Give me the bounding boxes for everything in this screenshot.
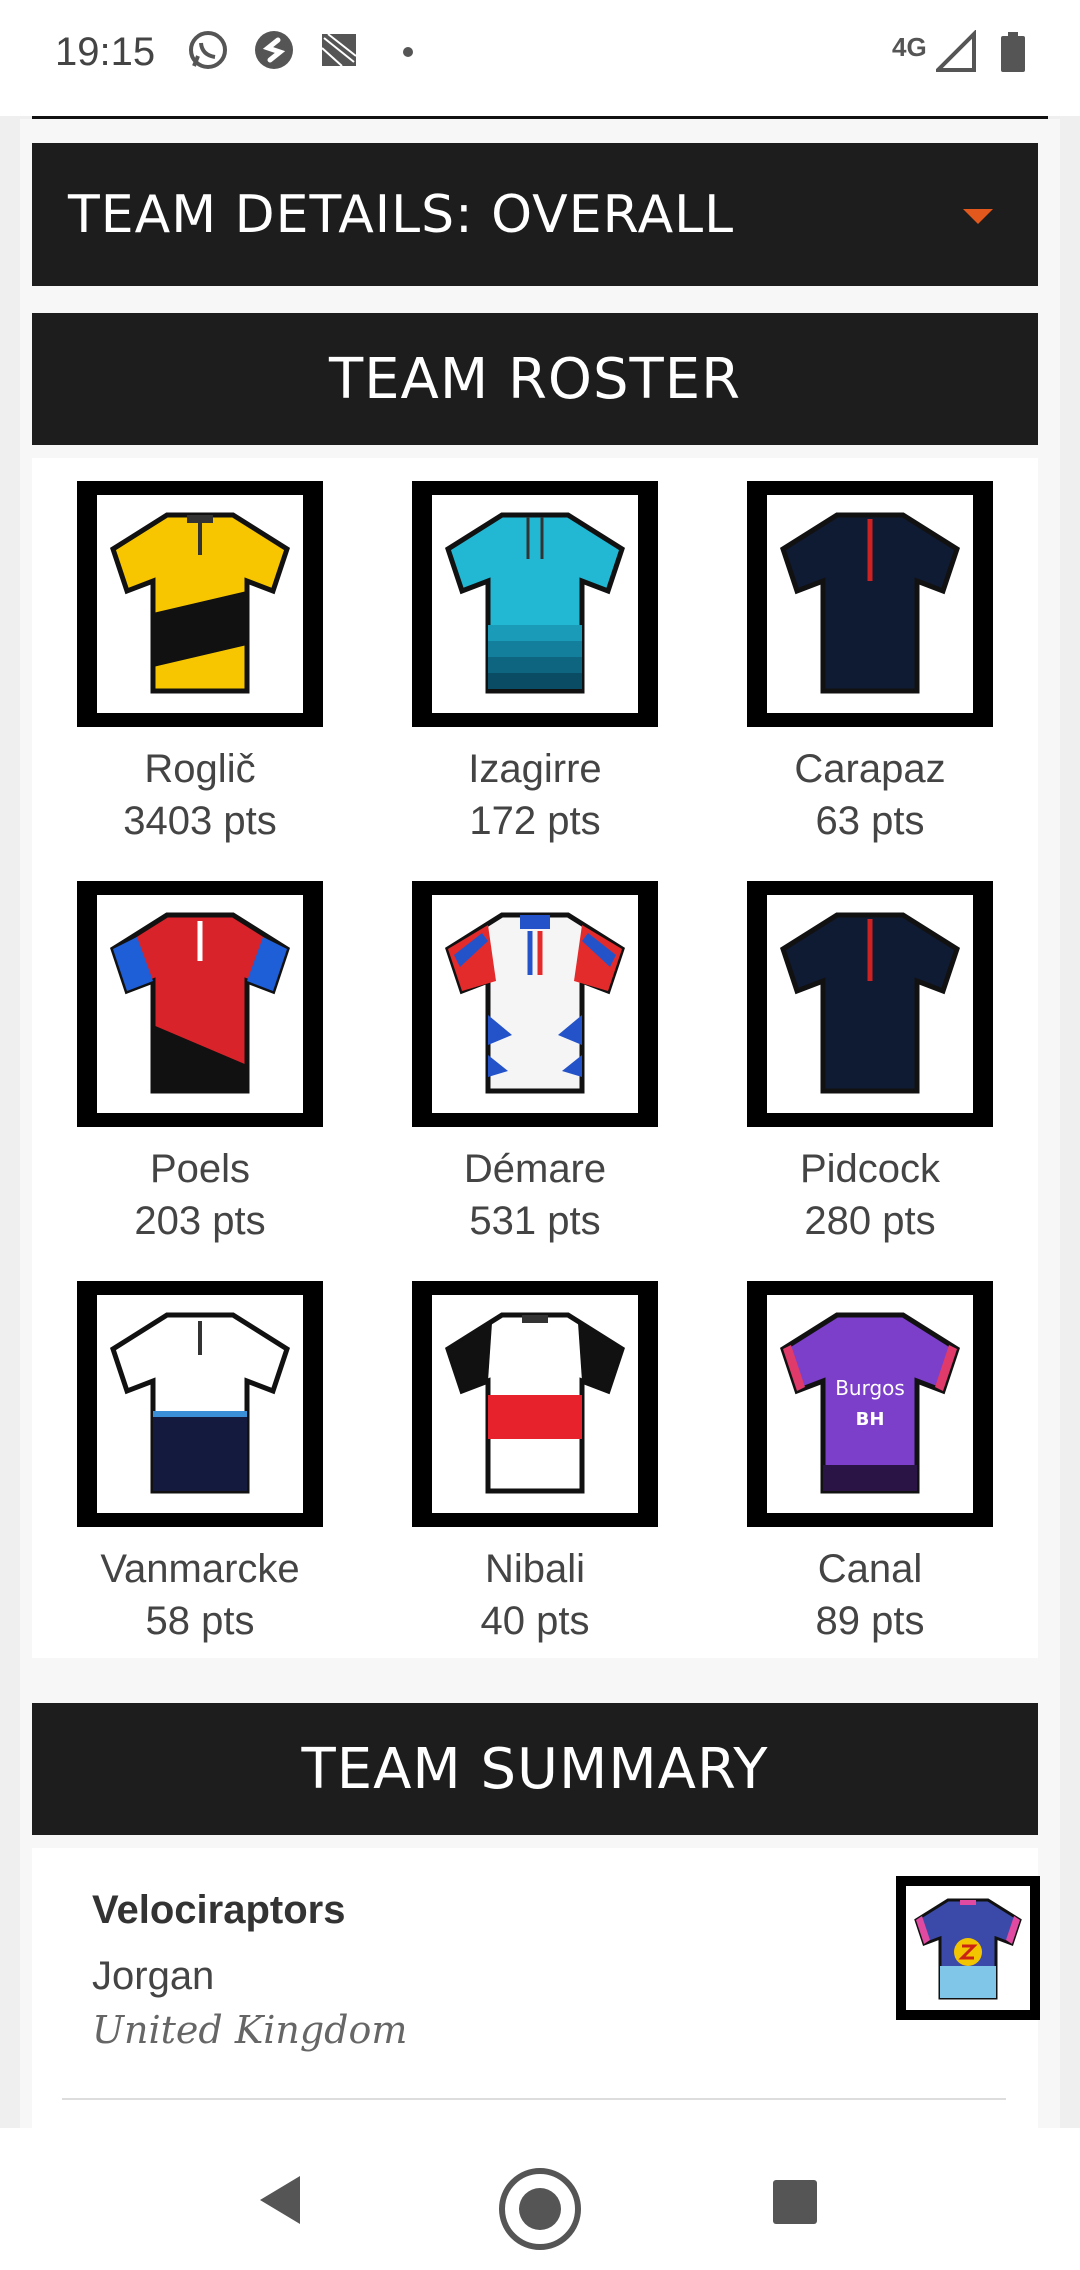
jersey-frame	[77, 881, 323, 1127]
team-owner: Jorgan	[92, 1954, 215, 1998]
rider-points: 63 pts	[815, 799, 925, 843]
navigation-bar	[0, 2128, 1080, 2270]
rider-name: Izagirre	[468, 747, 602, 791]
jersey-frame	[77, 481, 323, 727]
rider-card[interactable]: Carapaz 63 pts	[720, 481, 1020, 847]
rider-name: Vanmarcke	[100, 1547, 300, 1591]
team-summary-title: TEAM SUMMARY	[301, 1737, 769, 1802]
jersey-israel-icon	[110, 1312, 290, 1494]
rider-card[interactable]: Pidcock 280 pts	[720, 881, 1020, 1247]
rider-points: 89 pts	[815, 1599, 925, 1643]
svg-text:BH: BH	[856, 1409, 885, 1430]
jersey-frame	[77, 1281, 323, 1527]
team-jersey-frame	[896, 1876, 1040, 2020]
team-roster-header: TEAM ROSTER	[32, 313, 1038, 445]
rider-card[interactable]: Roglič 3403 pts	[50, 481, 350, 847]
rider-card[interactable]: Vanmarcke 58 pts	[50, 1281, 350, 1647]
rider-name: Pidcock	[799, 1147, 941, 1191]
status-time: 19:15	[55, 30, 156, 74]
rider-card[interactable]: Burgos BH Canal 89 pts	[720, 1281, 1020, 1647]
team-name: Velociraptors	[92, 1888, 346, 1932]
rider-card[interactable]: Izagirre 172 pts	[385, 481, 685, 847]
rider-points: 203 pts	[134, 1199, 266, 1243]
rider-points: 3403 pts	[123, 799, 277, 843]
jersey-ineos-icon	[780, 912, 960, 1094]
back-icon[interactable]	[254, 2172, 304, 2228]
rider-card[interactable]: Poels 203 pts	[50, 881, 350, 1247]
jersey-astana-icon	[445, 512, 625, 694]
rider-name: Canal	[817, 1547, 923, 1591]
jersey-trek-icon	[445, 1312, 625, 1494]
shazam-icon	[255, 31, 293, 69]
jersey-burgos-icon: Burgos BH	[780, 1312, 960, 1494]
team-jersey-icon	[914, 1898, 1022, 2000]
roster-grid: Roglič 3403 pts Izagirre 172 pts Carapaz…	[32, 458, 1038, 1658]
rider-name: Nibali	[484, 1547, 586, 1591]
jersey-frame	[412, 481, 658, 727]
team-roster-title: TEAM ROSTER	[328, 347, 742, 412]
rider-card[interactable]: Nibali 40 pts	[385, 1281, 685, 1647]
status-bar: 19:15 4G	[0, 0, 1080, 116]
whatsapp-icon	[189, 31, 227, 69]
jersey-groupama-icon	[445, 912, 625, 1094]
svg-text:Burgos: Burgos	[835, 1376, 905, 1400]
rider-points: 531 pts	[469, 1199, 601, 1243]
rider-card[interactable]: Démare 531 pts	[385, 881, 685, 1247]
rider-points: 58 pts	[145, 1599, 255, 1643]
jersey-frame	[747, 481, 993, 727]
top-divider	[32, 116, 1048, 119]
jersey-frame	[412, 881, 658, 1127]
rider-points: 280 pts	[804, 1199, 936, 1243]
jersey-frame	[412, 1281, 658, 1527]
recents-icon[interactable]	[771, 2178, 819, 2226]
jersey-frame: Burgos BH	[747, 1281, 993, 1527]
network-type: 4G	[892, 32, 927, 62]
rider-points: 40 pts	[480, 1599, 590, 1643]
rider-points: 172 pts	[469, 799, 601, 843]
jersey-frame	[747, 881, 993, 1127]
rider-name: Poels	[149, 1147, 251, 1191]
team-details-label: TEAM DETAILS: OVERALL	[68, 185, 735, 245]
jersey-bahrain-icon	[110, 912, 290, 1094]
dot-icon	[403, 47, 413, 57]
rider-name: Roglič	[144, 747, 256, 791]
jersey-ineos-icon	[780, 512, 960, 694]
home-icon[interactable]	[497, 2166, 583, 2252]
team-country: United Kingdom	[92, 2008, 408, 2052]
caret-down-icon	[963, 209, 993, 224]
team-summary-card: Velociraptors Jorgan United Kingdom	[32, 1848, 1040, 2128]
team-summary-header: TEAM SUMMARY	[32, 1703, 1038, 1835]
team-details-dropdown[interactable]: TEAM DETAILS: OVERALL	[32, 143, 1038, 286]
battery-icon	[1001, 32, 1025, 72]
rider-name: Démare	[463, 1147, 607, 1191]
signal-icon	[936, 30, 976, 72]
rider-name: Carapaz	[794, 747, 946, 791]
gallery-icon	[321, 33, 357, 67]
jersey-jumbo-visma-icon	[110, 512, 290, 694]
summary-divider	[62, 2098, 1006, 2100]
